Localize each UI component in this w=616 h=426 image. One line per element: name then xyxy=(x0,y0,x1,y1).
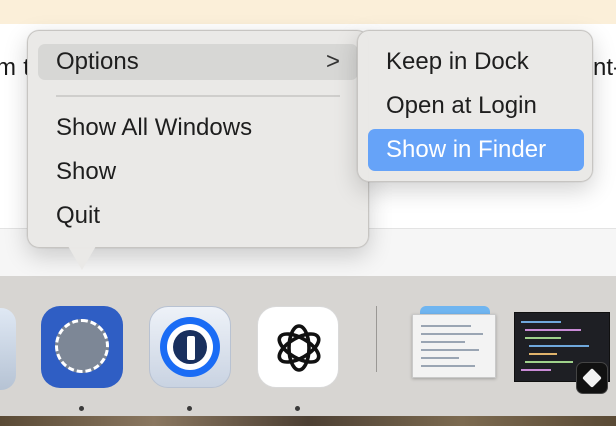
running-indicator xyxy=(295,406,300,411)
background-text-left: m t xyxy=(0,54,30,81)
app-badge-icon xyxy=(576,362,608,394)
running-indicator xyxy=(79,406,84,411)
submenu-item-show-in-finder[interactable]: Show in Finder xyxy=(368,129,584,171)
top-bar xyxy=(0,0,616,24)
menu-pointer xyxy=(68,246,96,270)
menu-item-show-all-windows[interactable]: Show All Windows xyxy=(38,110,358,146)
chatgpt-app-icon[interactable] xyxy=(257,306,339,388)
background-text-right: nt- xyxy=(593,54,616,81)
finder-folder-thumbnail[interactable] xyxy=(412,306,496,378)
1password-app-icon[interactable] xyxy=(149,306,231,388)
menu-divider xyxy=(56,95,340,97)
submenu-item-keep-in-dock[interactable]: Keep in Dock xyxy=(368,44,584,80)
chevron-right-icon: > xyxy=(325,48,340,75)
signal-app-icon[interactable] xyxy=(41,306,123,388)
running-indicator xyxy=(187,406,192,411)
menu-item-quit[interactable]: Quit xyxy=(38,198,358,234)
menu-item-show[interactable]: Show xyxy=(38,154,358,190)
partial-app-icon[interactable] xyxy=(0,308,16,390)
menu-item-label: Options xyxy=(56,48,139,75)
menu-item-options[interactable]: Options > xyxy=(38,44,358,80)
submenu-item-open-at-login[interactable]: Open at Login xyxy=(368,88,584,124)
dock-separator xyxy=(376,306,377,372)
desktop-wallpaper-strip xyxy=(0,416,616,426)
